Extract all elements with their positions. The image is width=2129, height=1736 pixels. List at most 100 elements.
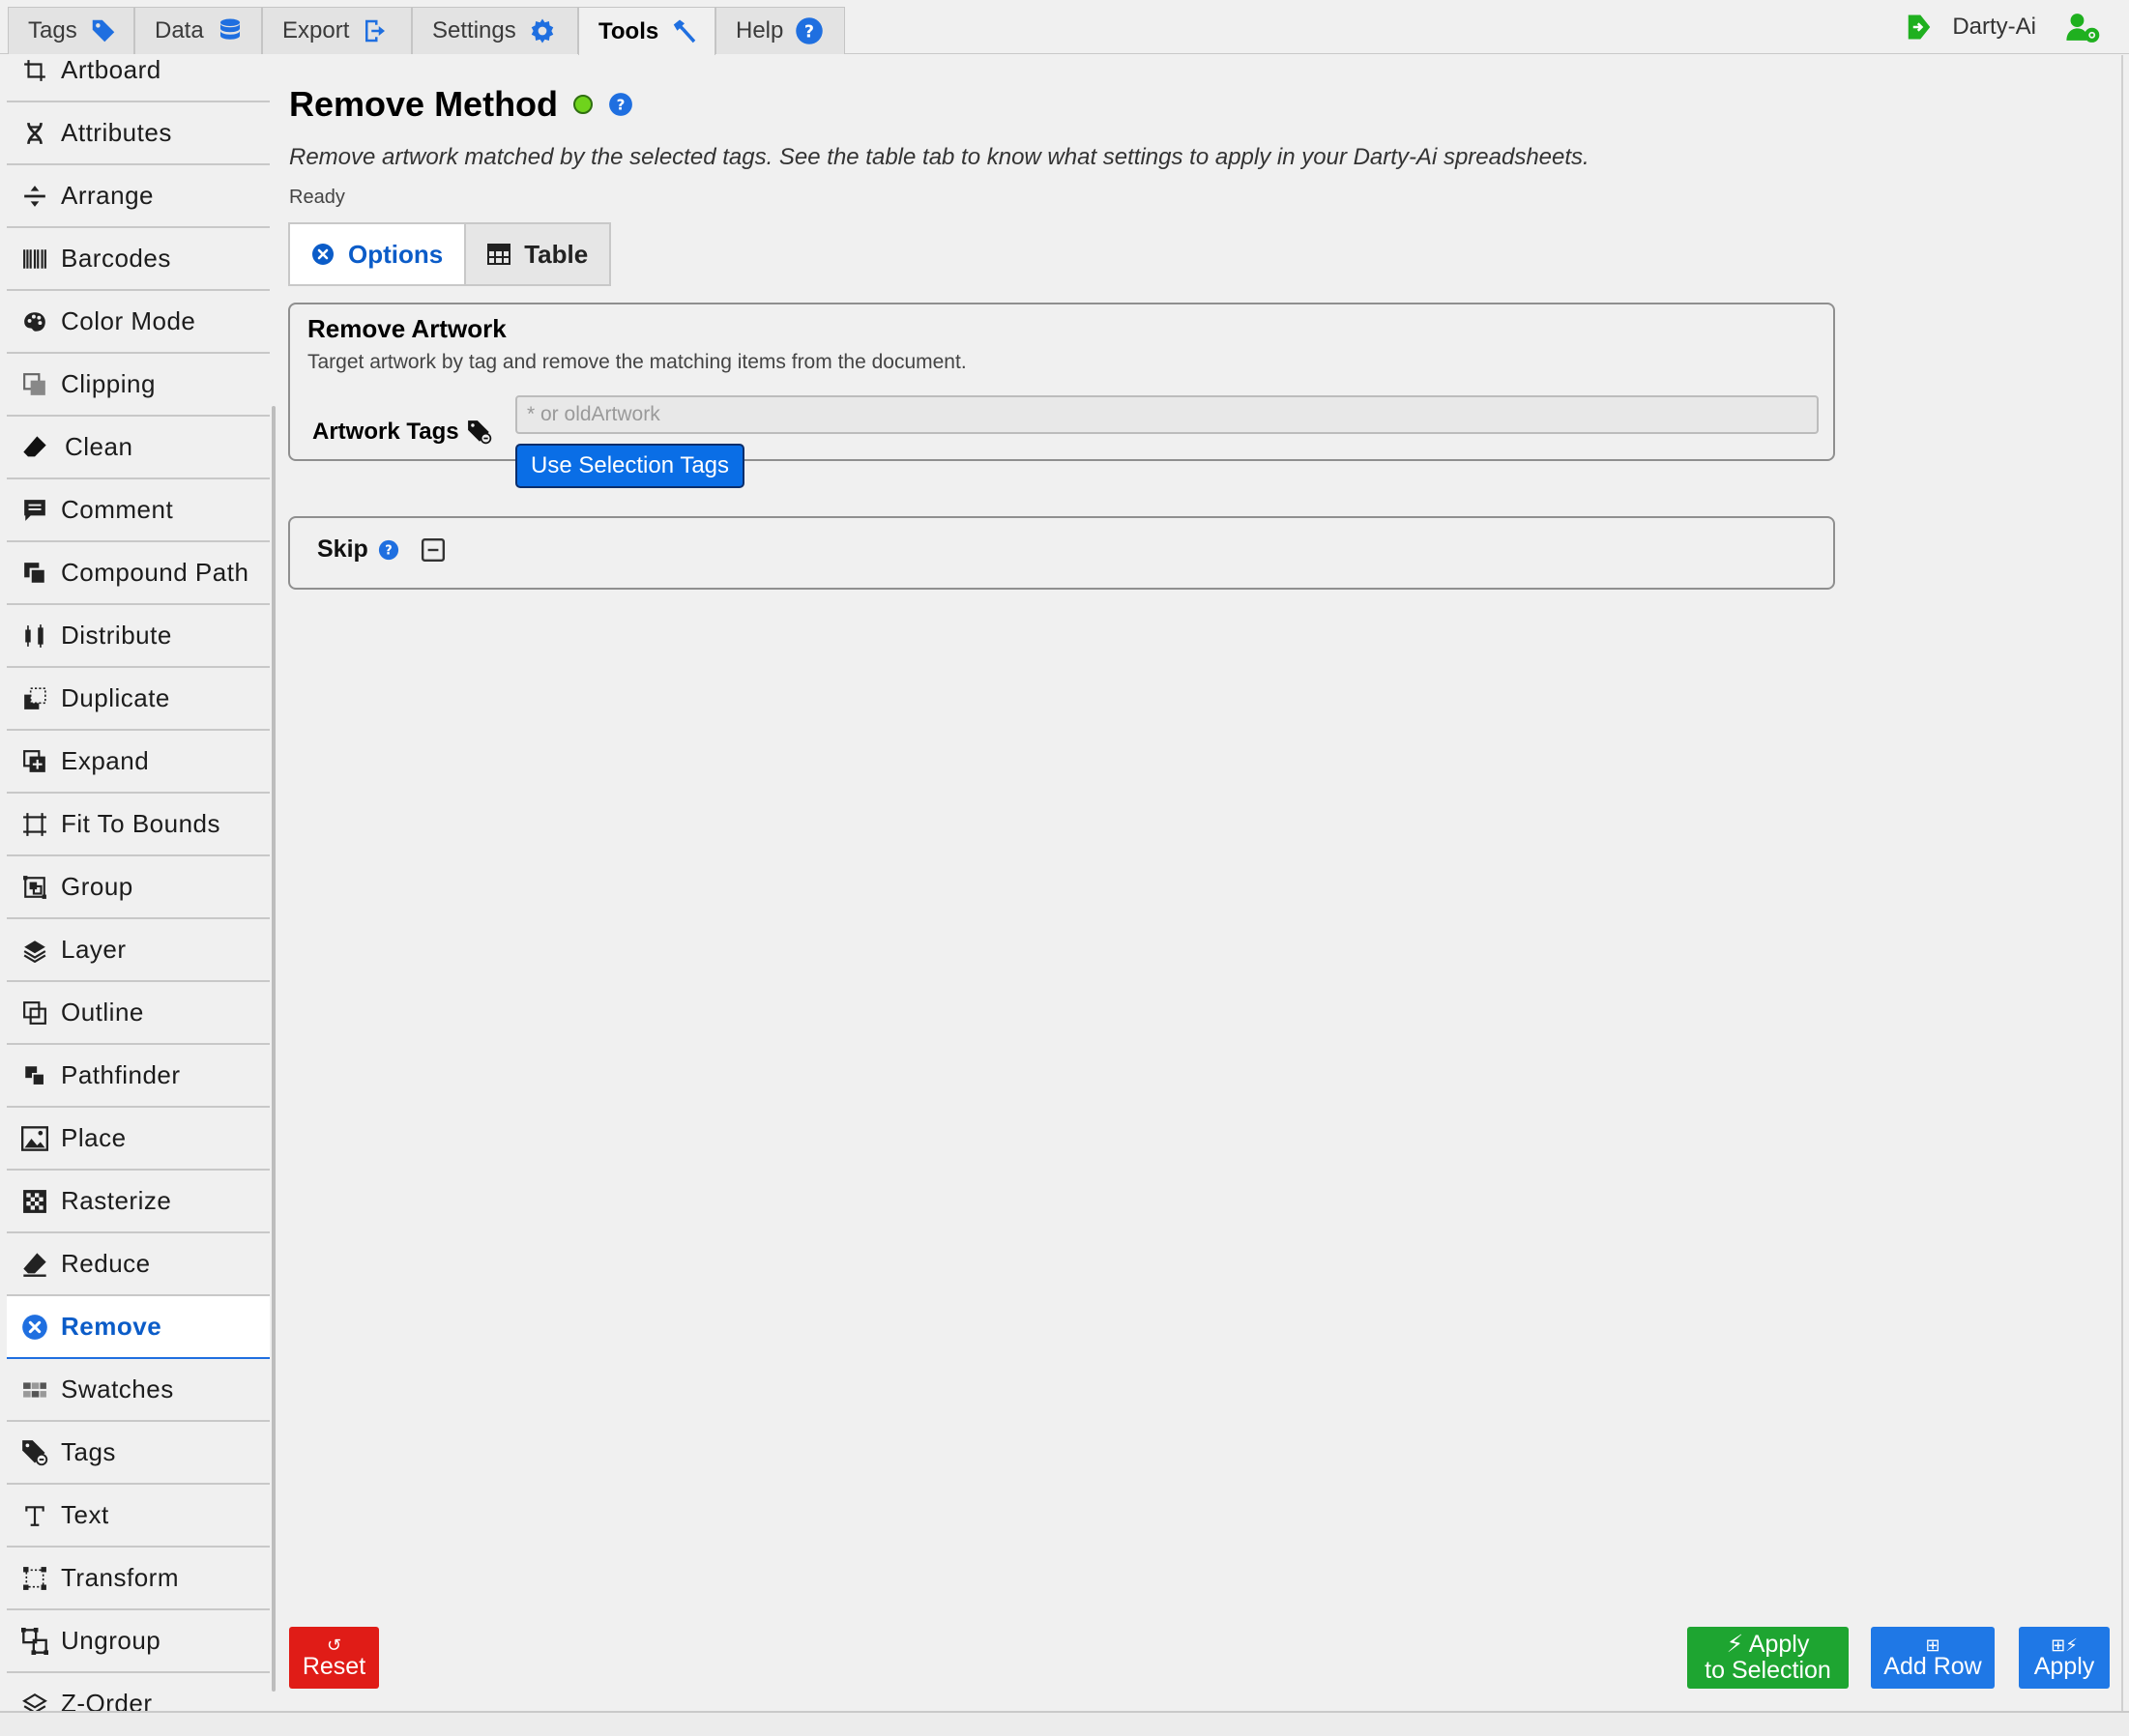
tags-icon bbox=[467, 420, 492, 445]
tab-table[interactable]: Table bbox=[466, 224, 609, 284]
add-row-button[interactable]: ⊞ Add Row bbox=[1871, 1627, 1995, 1689]
bolt-icon: ⚡︎ bbox=[1726, 1631, 1749, 1658]
help-icon: ? bbox=[795, 16, 824, 45]
sidebar-item-tags[interactable]: Tags bbox=[7, 1422, 270, 1485]
barcode-icon bbox=[20, 245, 49, 274]
sidebar-item-clipping[interactable]: Clipping bbox=[7, 354, 270, 417]
sidebar-item-label: Artboard bbox=[61, 55, 161, 84]
sidebar-item-rasterize[interactable]: Rasterize bbox=[7, 1171, 270, 1233]
table-icon bbox=[487, 244, 511, 265]
sidebar-item-label: Comment bbox=[61, 495, 174, 524]
sidebar-item-fit-to-bounds[interactable]: Fit To Bounds bbox=[7, 794, 270, 856]
status-text: Ready bbox=[289, 187, 345, 208]
use-selection-tags-button[interactable]: Use Selection Tags bbox=[515, 444, 745, 488]
sidebar-item-transform[interactable]: Transform bbox=[7, 1548, 270, 1610]
sidebar-item-group[interactable]: Group bbox=[7, 856, 270, 919]
remove-circle-icon bbox=[311, 243, 335, 266]
svg-text:?: ? bbox=[385, 543, 392, 558]
reset-button[interactable]: ↺ Reset bbox=[289, 1627, 379, 1689]
pathfinder-icon bbox=[20, 1061, 49, 1090]
sidebar-item-expand[interactable]: Expand bbox=[7, 731, 270, 794]
tag-icon bbox=[89, 16, 118, 45]
collapse-icon[interactable] bbox=[421, 537, 446, 563]
compound-path-icon bbox=[20, 559, 49, 588]
sidebar-item-comment[interactable]: Comment bbox=[7, 479, 270, 542]
remove-artwork-panel: Remove Artwork Target artwork by tag and… bbox=[288, 303, 1835, 488]
sidebar-scrollbar[interactable] bbox=[272, 406, 276, 1692]
distribute-icon bbox=[20, 622, 49, 651]
sidebar-item-attributes[interactable]: Attributes bbox=[7, 102, 270, 165]
tab-tags[interactable]: Tags bbox=[8, 7, 134, 54]
hammer-icon bbox=[670, 17, 699, 46]
sidebar-item-label: Distribute bbox=[61, 621, 172, 650]
sidebar-item-arrange[interactable]: Arrange bbox=[7, 165, 270, 228]
bottom-edge bbox=[0, 1711, 2129, 1736]
status-indicator bbox=[573, 95, 594, 114]
eraser-icon bbox=[20, 433, 49, 462]
apply-selection-line1: ⚡︎ Apply bbox=[1727, 1632, 1810, 1658]
sidebar-item-clean[interactable]: Clean bbox=[7, 417, 270, 479]
sidebar-item-compound-path[interactable]: Compound Path bbox=[7, 542, 270, 605]
field-label-text: Artwork Tags bbox=[312, 419, 459, 445]
tab-tools[interactable]: Tools bbox=[578, 7, 715, 55]
tab-label: Tags bbox=[28, 17, 77, 43]
sidebar-item-reduce[interactable]: Reduce bbox=[7, 1233, 270, 1296]
tab-settings[interactable]: Settings bbox=[412, 7, 578, 54]
apply-button[interactable]: ⊞⚡︎ Apply bbox=[2019, 1627, 2110, 1689]
palette-icon bbox=[20, 307, 49, 336]
sidebar-item-color-mode[interactable]: Color Mode bbox=[7, 291, 270, 354]
comment-icon bbox=[20, 496, 49, 525]
sidebar-item-layer[interactable]: Layer bbox=[7, 919, 270, 982]
sidebar-item-text[interactable]: Text bbox=[7, 1485, 270, 1548]
artboard-icon bbox=[20, 56, 49, 85]
sidebar-item-label: Attributes bbox=[61, 118, 172, 147]
skip-label: Skip bbox=[317, 535, 368, 563]
sidebar-item-label: Compound Path bbox=[61, 558, 249, 587]
sidebar-item-label: Pathfinder bbox=[61, 1060, 181, 1089]
tab-export[interactable]: Export bbox=[262, 7, 412, 54]
sidebar-item-distribute[interactable]: Distribute bbox=[7, 605, 270, 668]
ungroup-icon bbox=[20, 1627, 49, 1656]
title-row: Remove Method ? bbox=[289, 84, 633, 125]
artwork-tags-label: Artwork Tags bbox=[312, 419, 492, 446]
sidebar-item-label: Reduce bbox=[61, 1249, 151, 1278]
sidebar-item-duplicate[interactable]: Duplicate bbox=[7, 668, 270, 731]
sidebar-item-label: Duplicate bbox=[61, 683, 170, 712]
help-icon[interactable]: ? bbox=[378, 539, 399, 561]
tab-label: Table bbox=[524, 239, 589, 269]
sidebar-item-artboard[interactable]: Artboard bbox=[7, 55, 270, 102]
sidebar-item-z-order[interactable]: Z-Order bbox=[7, 1673, 270, 1711]
artwork-tags-input[interactable] bbox=[515, 395, 1819, 434]
sidebar-item-label: Layer bbox=[61, 935, 127, 964]
user-settings-icon[interactable] bbox=[2065, 11, 2100, 43]
tools-list: Artboard Attributes Arrange Barcodes Col… bbox=[7, 55, 270, 1711]
sidebar-item-swatches[interactable]: Swatches bbox=[7, 1359, 270, 1422]
apply-icon: ⊞⚡︎ bbox=[2051, 1635, 2078, 1655]
sidebar-item-place[interactable]: Place bbox=[7, 1108, 270, 1171]
image-icon bbox=[20, 1124, 49, 1153]
sidebar-item-label: Swatches bbox=[61, 1374, 174, 1403]
z-order-icon bbox=[20, 1690, 49, 1711]
tab-help[interactable]: Help ? bbox=[715, 7, 845, 54]
sidebar-item-ungroup[interactable]: Ungroup bbox=[7, 1610, 270, 1673]
undo-icon: ↺ bbox=[326, 1635, 342, 1655]
sidebar-item-pathfinder[interactable]: Pathfinder bbox=[7, 1045, 270, 1108]
sidebar-item-remove[interactable]: Remove bbox=[7, 1296, 270, 1359]
help-icon[interactable]: ? bbox=[608, 92, 633, 117]
sidebar-item-label: Ungroup bbox=[61, 1626, 161, 1655]
tab-data[interactable]: Data bbox=[134, 7, 262, 54]
expand-icon bbox=[20, 747, 49, 776]
sidebar-item-outline[interactable]: Outline bbox=[7, 982, 270, 1045]
skip-row: Skip ? bbox=[317, 535, 446, 564]
sidebar-item-barcodes[interactable]: Barcodes bbox=[7, 228, 270, 291]
add-row-label: Add Row bbox=[1883, 1652, 1982, 1680]
logout-icon[interactable] bbox=[1906, 13, 1933, 42]
transform-icon bbox=[20, 1564, 49, 1593]
tab-label: Data bbox=[155, 17, 204, 43]
user-name: Darty-Ai bbox=[1952, 14, 2036, 40]
tab-options[interactable]: Options bbox=[290, 224, 467, 284]
tools-sidebar[interactable]: Artboard Attributes Arrange Barcodes Col… bbox=[7, 55, 270, 1711]
apply-to-selection-button[interactable]: ⚡︎ Apply to Selection bbox=[1687, 1627, 1849, 1689]
clipping-icon bbox=[20, 370, 49, 399]
layers-icon bbox=[20, 936, 49, 965]
